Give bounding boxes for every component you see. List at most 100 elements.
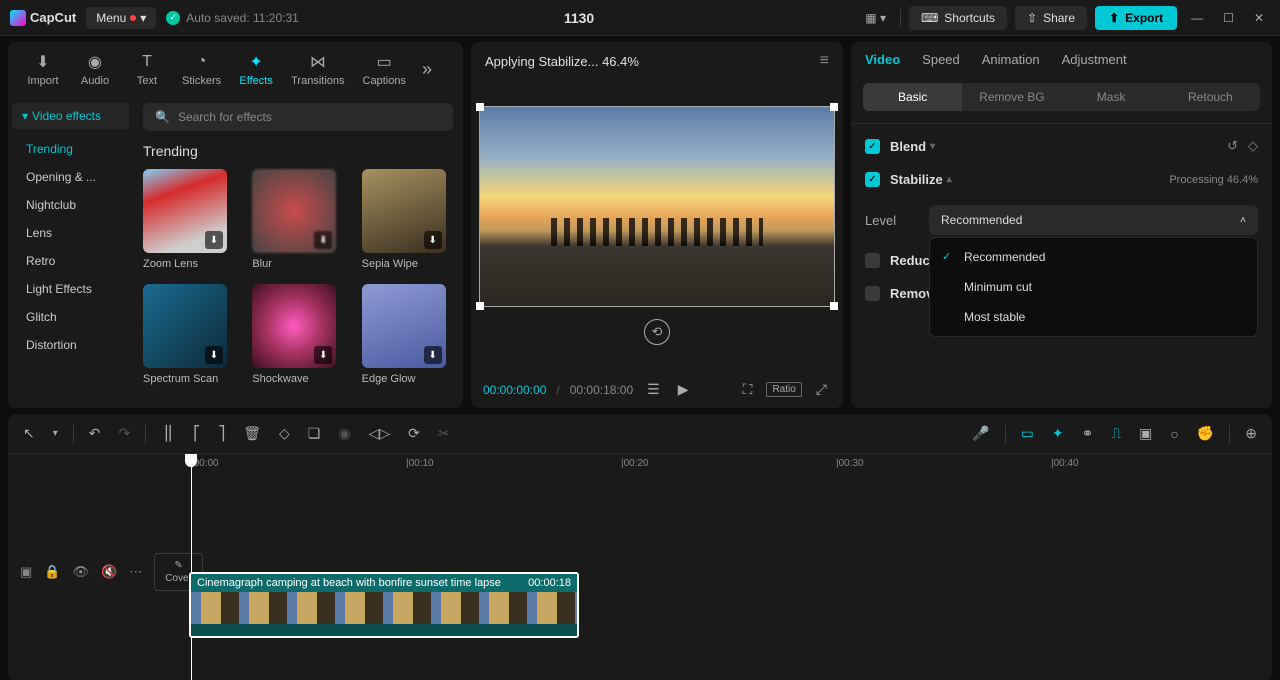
circle-tool[interactable]: ○ xyxy=(1167,423,1181,445)
download-icon: ⬇ xyxy=(314,231,332,249)
canvas-frame[interactable] xyxy=(479,106,835,306)
snap-tool[interactable]: ✦ xyxy=(1049,422,1067,445)
media-tab-import[interactable]: ⬇Import xyxy=(18,48,68,91)
hand-tool[interactable]: ✊ xyxy=(1194,422,1217,445)
remove-checkbox[interactable] xyxy=(865,286,880,301)
crop-icon[interactable]: ⛶ xyxy=(739,379,757,400)
media-tab-effects[interactable]: ✦Effects xyxy=(231,48,281,91)
effect-zoom-lens[interactable]: ⬇Zoom Lens xyxy=(143,169,234,270)
mute-icon[interactable]: 🔇 xyxy=(101,564,117,580)
keyframe-icon[interactable]: ◇ xyxy=(1248,138,1258,154)
align-tool[interactable]: ⎍ xyxy=(1108,422,1124,445)
media-tab-text[interactable]: TText xyxy=(122,48,172,91)
playhead[interactable] xyxy=(191,454,192,680)
media-tab-transitions[interactable]: ⋈Transitions xyxy=(283,48,352,91)
close-button[interactable]: ✕ xyxy=(1248,7,1270,29)
trim-right-tool[interactable]: ⎤ xyxy=(215,422,228,445)
category-nightclub[interactable]: Nightclub xyxy=(12,191,129,219)
category-lens[interactable]: Lens xyxy=(12,219,129,247)
level-option-most-stable[interactable]: Most stable xyxy=(930,302,1257,332)
crop-tool[interactable]: ✂ xyxy=(435,422,453,445)
track-menu-icon[interactable]: ▣ xyxy=(20,564,32,580)
resize-handle-tl[interactable] xyxy=(476,103,484,111)
magnet-tool[interactable]: ▭ xyxy=(1018,422,1037,445)
inspector-subtab-mask[interactable]: Mask xyxy=(1062,83,1161,111)
effects-search-input[interactable]: 🔍Search for effects xyxy=(143,103,453,131)
mic-icon[interactable]: 🎤 xyxy=(969,422,992,445)
inspector-subtab-remove-bg[interactable]: Remove BG xyxy=(962,83,1061,111)
marker-tool[interactable]: ◇ xyxy=(276,422,293,445)
duplicate-tool[interactable]: ❏ xyxy=(305,422,324,445)
more-tabs-icon[interactable]: » xyxy=(416,48,438,91)
category-distortion[interactable]: Distortion xyxy=(12,331,129,359)
tool-dropdown-icon[interactable]: ▾ xyxy=(50,425,61,442)
level-select[interactable]: Recommended ˄ ✓RecommendedMinimum cutMos… xyxy=(929,205,1258,235)
maximize-button[interactable]: ☐ xyxy=(1217,7,1240,29)
menu-button[interactable]: Menu ▾ xyxy=(86,7,156,29)
blend-checkbox[interactable]: ✓ xyxy=(865,139,880,154)
timeline-canvas[interactable]: |00:00|00:10|00:20|00:30|00:40 Cinemagra… xyxy=(183,454,1272,680)
divider xyxy=(1229,425,1230,443)
mirror-tool[interactable]: ◁▷ xyxy=(366,422,394,445)
split-tool[interactable]: ⎥⎢ xyxy=(158,422,178,445)
effect-blur[interactable]: ⬇Blur xyxy=(252,169,343,270)
layout-button[interactable]: ▦ ▾ xyxy=(859,7,892,29)
effects-side-header[interactable]: ▾Video effects xyxy=(12,103,129,129)
resize-handle-br[interactable] xyxy=(830,302,838,310)
media-tab-audio[interactable]: ◉Audio xyxy=(70,48,120,91)
logo-icon xyxy=(10,10,26,26)
inspector-subtab-basic[interactable]: Basic xyxy=(863,83,962,111)
category-glitch[interactable]: Glitch xyxy=(12,303,129,331)
category-light-effects[interactable]: Light Effects xyxy=(12,275,129,303)
timeline-ruler[interactable]: |00:00|00:10|00:20|00:30|00:40 xyxy=(183,454,1272,478)
level-option-recommended[interactable]: ✓Recommended xyxy=(930,242,1257,272)
delete-tool[interactable]: 🗑 xyxy=(240,422,264,445)
reduce-checkbox[interactable] xyxy=(865,253,880,268)
effect-spectrum-scan[interactable]: ⬇Spectrum Scan xyxy=(143,284,234,385)
fullscreen-icon[interactable]: ⤢ xyxy=(812,379,831,400)
level-option-minimum-cut[interactable]: Minimum cut xyxy=(930,272,1257,302)
media-tab-captions[interactable]: ▭Captions xyxy=(355,48,414,91)
trim-left-tool[interactable]: ⎡ xyxy=(190,422,203,445)
preview-tool[interactable]: ▣ xyxy=(1136,422,1155,445)
pointer-tool[interactable]: ↖ xyxy=(20,422,38,445)
resize-handle-bl[interactable] xyxy=(476,302,484,310)
play-button[interactable]: ▶ xyxy=(674,379,693,400)
compare-icon[interactable]: ☰ xyxy=(643,379,664,400)
inspector-tab-animation[interactable]: Animation xyxy=(982,52,1040,71)
preview-menu-icon[interactable]: ≡ xyxy=(820,52,829,70)
undo-button[interactable]: ↶ xyxy=(86,422,104,445)
effect-shockwave[interactable]: ⬇Shockwave xyxy=(252,284,343,385)
category-trending[interactable]: Trending xyxy=(12,135,129,163)
record-tool[interactable]: ◉ xyxy=(335,422,353,445)
share-button[interactable]: ⇧Share xyxy=(1015,6,1087,30)
inspector-tab-video[interactable]: Video xyxy=(865,52,900,71)
export-button[interactable]: ⬆Export xyxy=(1095,6,1177,30)
preview-canvas[interactable]: ⟲ xyxy=(471,80,843,371)
effects-categories-sidebar: ▾Video effects TrendingOpening & ...Nigh… xyxy=(8,97,133,408)
media-tab-stickers[interactable]: ◔Stickers xyxy=(174,48,229,91)
visibility-icon[interactable]: 👁 xyxy=(72,564,89,580)
effect-sepia-wipe[interactable]: ⬇Sepia Wipe xyxy=(362,169,453,270)
zoom-fit-icon[interactable]: ⊕ xyxy=(1242,422,1260,445)
rotate-tool[interactable]: ⟳ xyxy=(405,422,423,445)
redo-button[interactable]: ↷ xyxy=(116,422,134,445)
link-tool[interactable]: ⚭ xyxy=(1079,422,1097,445)
shortcuts-button[interactable]: ⌨Shortcuts xyxy=(909,6,1007,30)
stabilize-label: Stabilize xyxy=(890,172,943,187)
minimize-button[interactable]: — xyxy=(1185,7,1209,29)
more-icon[interactable]: ⋯ xyxy=(129,564,142,580)
inspector-subtab-retouch[interactable]: Retouch xyxy=(1161,83,1260,111)
lock-icon[interactable]: 🔒 xyxy=(44,564,60,580)
video-clip[interactable]: Cinemagraph camping at beach with bonfir… xyxy=(189,572,579,638)
category-retro[interactable]: Retro xyxy=(12,247,129,275)
resize-handle-tr[interactable] xyxy=(830,103,838,111)
inspector-tab-adjustment[interactable]: Adjustment xyxy=(1062,52,1127,71)
swap-view-icon[interactable]: ⟲ xyxy=(644,319,670,345)
stabilize-checkbox[interactable]: ✓ xyxy=(865,172,880,187)
effect-edge-glow[interactable]: ⬇Edge Glow xyxy=(362,284,453,385)
ratio-button[interactable]: Ratio xyxy=(766,382,801,397)
category-opening-[interactable]: Opening & ... xyxy=(12,163,129,191)
inspector-tab-speed[interactable]: Speed xyxy=(922,52,960,71)
reset-icon[interactable]: ↺ xyxy=(1227,138,1238,154)
